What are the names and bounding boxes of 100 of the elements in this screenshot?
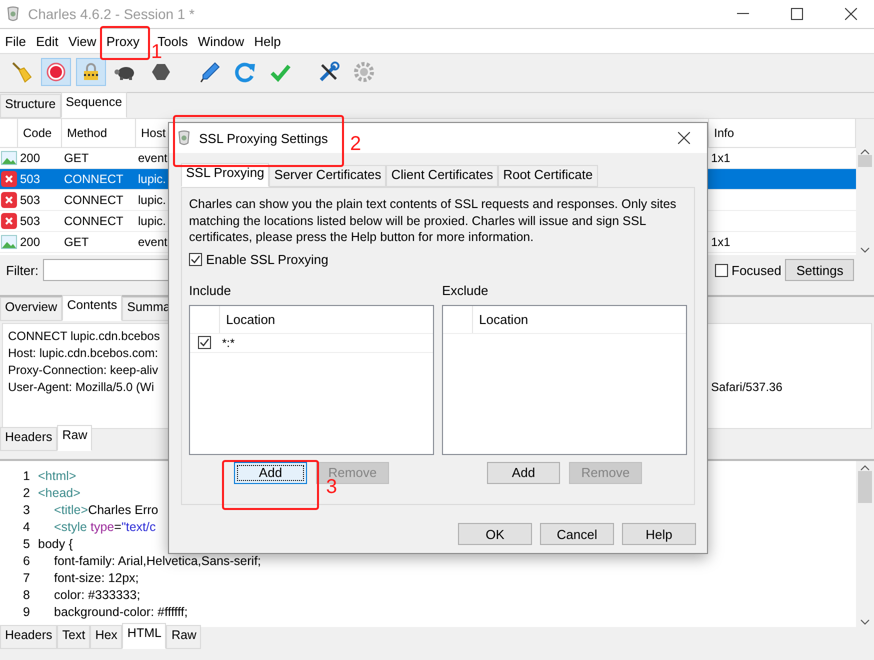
tab[interactable]: Structure [0, 94, 61, 118]
tools-icon[interactable] [318, 61, 340, 83]
table-cell-text: CONNECT [63, 193, 124, 207]
error-icon [1, 171, 17, 187]
maximize-icon[interactable] [791, 8, 803, 20]
table-cell-text: 503 [19, 214, 42, 228]
checkbox-label: Enable SSL Proxying [206, 252, 328, 266]
line-number: 7 [22, 571, 30, 587]
table-cell-text: CONNECT [63, 172, 124, 186]
menu-item[interactable]: View [63, 34, 102, 48]
image-icon [1, 151, 17, 165]
hexagon-icon[interactable] [151, 62, 171, 82]
scrollbar[interactable] [856, 461, 874, 627]
description-text: Charles can show you the plain text contents of SSL requests and responses. Only sites matching the locations listed below will be proxied. Charles will issue and sign SSL certificates, please press the Help button for more information. [189, 196, 678, 246]
tab[interactable]: Client Certificates [386, 165, 498, 187]
column-header[interactable]: Code [23, 126, 52, 140]
tab[interactable]: Overview [0, 297, 62, 321]
tab[interactable]: Root Certificate [498, 165, 598, 187]
table-cell-text: GET [63, 151, 90, 165]
line-number: 5 [22, 537, 30, 553]
checkbox[interactable] [189, 252, 202, 266]
scrollbar[interactable] [856, 119, 874, 255]
tab[interactable]: Raw [57, 425, 92, 451]
scrollbar-thumb[interactable] [858, 155, 872, 167]
checkbox[interactable] [198, 336, 211, 349]
table-cell: event [138, 235, 168, 249]
code-line: background-color: #ffffff; [53, 605, 188, 621]
menu-item[interactable]: Window [192, 34, 250, 48]
menu-item[interactable]: File [0, 34, 31, 48]
settings-button[interactable]: Settings [785, 259, 854, 281]
table-cell-text: 200 [19, 235, 42, 249]
code-line: color: #333333; [53, 588, 140, 604]
dialog-button[interactable]: Cancel [540, 523, 614, 545]
annotation-number: 1 [151, 41, 162, 64]
table-cell-text: 200 [19, 151, 42, 165]
annotation-frame [100, 26, 150, 60]
menu-item[interactable]: Edit [30, 34, 64, 48]
minimize-icon[interactable] [737, 13, 749, 15]
table-cell-text: GET [63, 235, 90, 249]
request-line: User-Agent: Mozilla/5.0 (Wi [8, 380, 154, 394]
line-number: 2 [22, 486, 30, 502]
record-icon[interactable] [46, 62, 66, 82]
tab[interactable]: Hex [90, 625, 122, 649]
code-line: font-size: 12px; [53, 571, 139, 587]
menu-item[interactable]: Help [249, 34, 286, 48]
app-icon [6, 6, 20, 22]
code-line: <html> [37, 469, 76, 485]
table-cell: 1x1 [711, 151, 730, 165]
line-number: 9 [22, 605, 30, 621]
tab[interactable]: Text [57, 625, 90, 649]
annotation-number: 2 [350, 133, 362, 156]
list-title: Exclude [442, 282, 488, 298]
code-line: font-family: Arial,Helvetica,Sans-serif; [53, 554, 262, 570]
column-header[interactable]: Method [67, 126, 108, 140]
lock-icon[interactable] [81, 62, 101, 82]
tab[interactable]: SSL Proxying [181, 163, 270, 187]
table-cell-text: *:* [221, 336, 236, 350]
close-icon[interactable] [678, 132, 690, 144]
request-line: Host: lupic.cdn.bcebos.com: [8, 346, 158, 360]
table-cell: lupic. [138, 193, 166, 207]
app-icon [177, 130, 191, 146]
tab[interactable]: HTML [122, 623, 166, 649]
column-header[interactable]: Host [141, 126, 166, 140]
window-title: Charles 4.6.2 - Session 1 * [28, 6, 196, 22]
line-number: 8 [22, 588, 30, 604]
dialog-button[interactable]: OK [458, 523, 532, 545]
tab[interactable]: Headers [0, 625, 58, 649]
column-header[interactable]: Location [226, 312, 276, 326]
dialog-button[interactable]: Help [622, 523, 696, 545]
list-button[interactable]: Add [234, 462, 307, 484]
broom-icon[interactable] [10, 61, 32, 83]
image-icon [1, 235, 17, 249]
table-cell-text: 503 [19, 193, 42, 207]
filter-label: Filter: [6, 262, 38, 278]
dialog-title: SSL Proxying Settings [199, 130, 328, 146]
line-number: 4 [22, 520, 30, 536]
table-cell-text: 503 [19, 172, 42, 186]
tab[interactable]: Server Certificates [269, 165, 386, 187]
checkbox[interactable] [714, 264, 728, 276]
refresh-icon[interactable] [234, 61, 256, 83]
pen-icon[interactable] [199, 61, 221, 83]
tab[interactable]: Raw [166, 625, 202, 649]
request-line: Proxy-Connection: keep-aliv [8, 363, 158, 377]
column-header[interactable]: Location [479, 312, 528, 326]
list-button[interactable]: Add [487, 462, 560, 484]
tab[interactable]: Sequence [60, 92, 128, 118]
table-cell: lupic. [138, 214, 166, 228]
column-header[interactable]: Info [714, 126, 734, 140]
request-line: Safari/537.36 [711, 380, 784, 396]
line-number: 1 [22, 469, 30, 485]
line-number: 6 [22, 554, 30, 570]
tab[interactable]: Contents [62, 295, 122, 321]
table-cell-text: CONNECT [63, 214, 124, 228]
scrollbar-thumb[interactable] [858, 471, 872, 503]
line-number: 3 [22, 503, 30, 519]
close-icon[interactable] [845, 8, 857, 20]
menu-item[interactable]: Proxy [101, 34, 145, 48]
code-line: body { [37, 537, 73, 553]
tab[interactable]: Headers [0, 427, 58, 451]
table-cell: event [138, 151, 168, 165]
